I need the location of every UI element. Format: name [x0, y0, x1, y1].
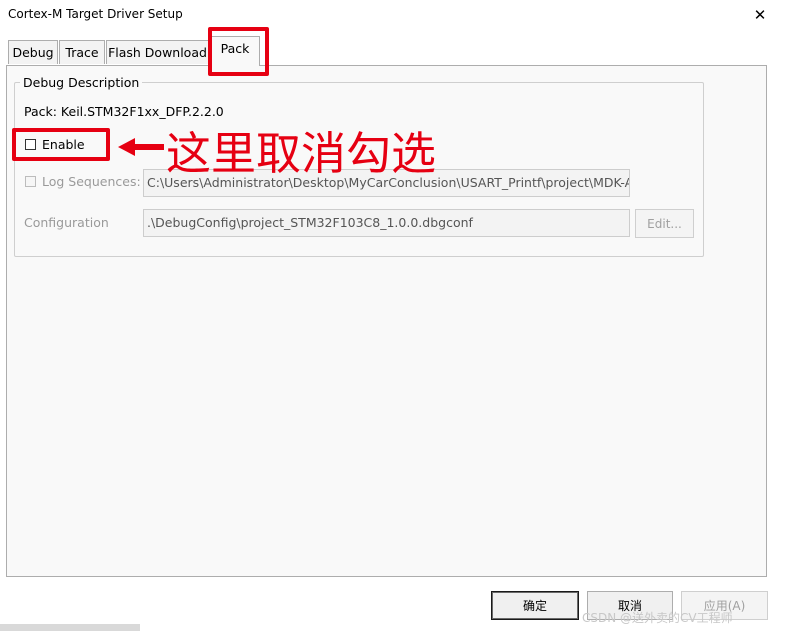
tab-flash-download[interactable]: Flash Download [106, 40, 209, 64]
tab-debug-label: Debug [12, 45, 54, 60]
group-legend: Debug Description [20, 75, 143, 90]
edit-button-label: Edit... [647, 216, 682, 231]
title-bar: Cortex-M Target Driver Setup ✕ [0, 0, 787, 30]
pack-tab-highlight [208, 27, 269, 76]
tab-trace-label: Trace [65, 45, 99, 60]
watermark: CSDN @送外卖的CV工程师 [582, 611, 733, 625]
close-button[interactable]: ✕ [742, 0, 778, 30]
configuration-field: .\DebugConfig\project_STM32F103C8_1.0.0.… [143, 209, 630, 237]
window-title: Cortex-M Target Driver Setup [8, 7, 183, 21]
annotation-arrow-icon [118, 138, 164, 156]
tab-trace[interactable]: Trace [59, 40, 105, 64]
configuration-label: Configuration [24, 215, 109, 230]
log-sequences-label: Log Sequences: [42, 174, 141, 189]
annotation-text: 这里取消勾选 [166, 127, 437, 180]
close-icon: ✕ [753, 6, 767, 24]
tab-debug[interactable]: Debug [8, 40, 58, 64]
ok-button-label: 确定 [522, 599, 547, 613]
ok-button[interactable]: 确定 [491, 591, 579, 620]
enable-highlight [12, 128, 110, 161]
taskbar-fragment [0, 624, 140, 631]
edit-button: Edit... [635, 209, 694, 238]
log-sequences-checkbox [25, 176, 36, 187]
tab-flash-download-label: Flash Download [108, 45, 207, 60]
